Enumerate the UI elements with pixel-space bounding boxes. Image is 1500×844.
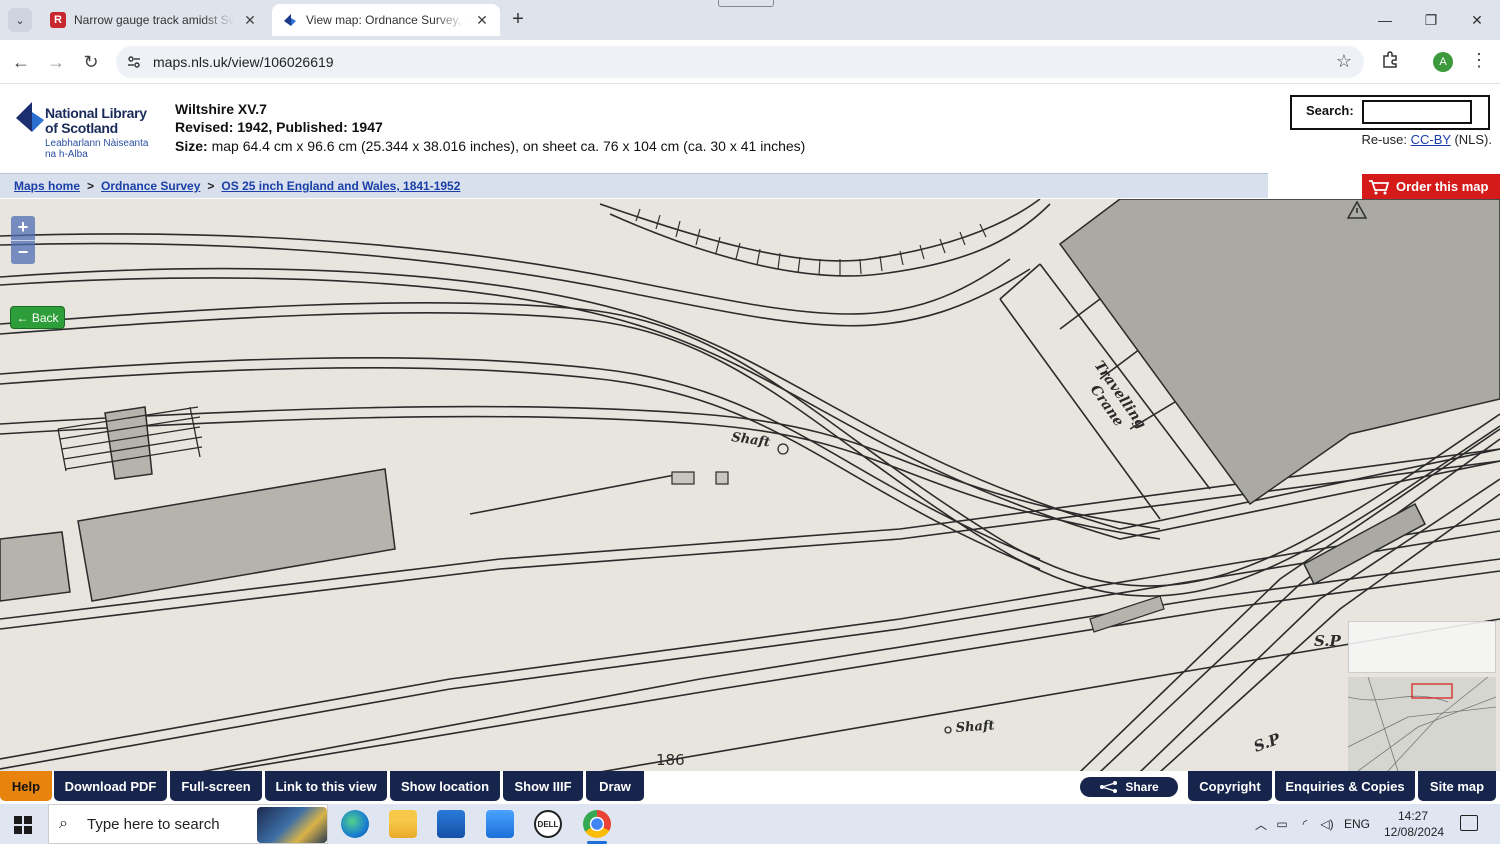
- reuse-licence: Re-use: CC-BY (NLS).: [1361, 132, 1492, 147]
- taskbar-clock[interactable]: 14:27 12/08/2024: [1384, 808, 1444, 840]
- window-drag-handle[interactable]: [718, 0, 774, 7]
- profile-avatar[interactable]: A: [1433, 52, 1453, 72]
- map-label-shaft: Shaft: [955, 718, 995, 736]
- help-button[interactable]: Help: [0, 771, 52, 801]
- share-button[interactable]: Share: [1080, 777, 1178, 797]
- edge-icon[interactable]: [341, 810, 369, 838]
- zoom-control: + −: [11, 216, 35, 264]
- bookmark-star-icon[interactable]: ☆: [1336, 51, 1352, 72]
- address-bar[interactable]: maps.nls.uk/view/106026619 ☆: [116, 46, 1364, 78]
- battery-icon[interactable]: ▭: [1270, 817, 1294, 831]
- restore-icon[interactable]: ❐: [1408, 0, 1454, 40]
- copyright-button[interactable]: Copyright: [1188, 771, 1272, 801]
- search-label: Search:: [1306, 103, 1354, 118]
- new-tab-plus-icon[interactable]: +: [508, 8, 528, 32]
- url-text: maps.nls.uk/view/106026619: [153, 54, 334, 70]
- overview-map[interactable]: [1347, 621, 1497, 772]
- breadcrumb: Maps home > Ordnance Survey > OS 25 inch Eng…: [0, 173, 1268, 198]
- tab-title: View map: Ordnance Survey, Wiltshire XV.…: [306, 13, 466, 27]
- system-tray: ︿ ▭ ◜ ◁) ENG: [1252, 804, 1376, 844]
- breadcrumb-ordnance-survey[interactable]: Ordnance Survey: [101, 179, 200, 193]
- windows-taskbar: ⌕ Type here to search DELL ︿ ▭ ◜ ◁) ENG …: [0, 804, 1500, 844]
- overview-map-blank-area: [1348, 621, 1496, 673]
- map-size: Size: map 64.4 cm x 96.6 cm (25.344 x 38…: [175, 138, 806, 154]
- nls-favicon-icon: [282, 12, 298, 28]
- tab-view-map[interactable]: View map: Ordnance Survey, Wiltshire XV.…: [272, 4, 500, 36]
- forward-arrow-icon[interactable]: →: [44, 50, 68, 74]
- close-tab-icon[interactable]: ✕: [474, 12, 490, 29]
- nls-logo-mark-icon: [16, 102, 44, 132]
- overview-map-thumbnail[interactable]: [1347, 676, 1497, 772]
- zoom-out-button[interactable]: −: [11, 240, 35, 264]
- map-label-sp: S.P: [1314, 632, 1342, 650]
- reload-icon[interactable]: ↻: [79, 50, 103, 74]
- close-window-icon[interactable]: ✕: [1454, 0, 1500, 40]
- breadcrumb-maps-home[interactable]: Maps home: [14, 179, 80, 193]
- tab-narrow-gauge[interactable]: R Narrow gauge track amidst Swindon Work…: [40, 4, 268, 36]
- chrome-icon[interactable]: [583, 810, 611, 844]
- back-button[interactable]: ← Back: [10, 306, 65, 329]
- show-hidden-icons-chevron-icon[interactable]: ︿: [1252, 816, 1270, 833]
- full-screen-button[interactable]: Full-screen: [170, 771, 262, 801]
- dell-icon[interactable]: DELL: [534, 810, 562, 838]
- show-location-button[interactable]: Show location: [390, 771, 500, 801]
- cc-by-link[interactable]: CC-BY: [1411, 132, 1451, 147]
- enquiries-copies-button[interactable]: Enquiries & Copies: [1275, 771, 1415, 801]
- map-label-shaft: Shaft: [730, 430, 771, 450]
- site-map-button[interactable]: Site map: [1418, 771, 1496, 801]
- show-iiif-button[interactable]: Show IIIF: [503, 771, 583, 801]
- ordnance-survey-map-image[interactable]: Shaft Shaft Travelling Crane S.P S.P 186: [0, 199, 1500, 772]
- taskbar-search-box[interactable]: ⌕ Type here to search: [48, 804, 328, 844]
- breadcrumb-os-25-inch[interactable]: OS 25 inch England and Wales, 1841-1952: [221, 179, 460, 193]
- language-indicator[interactable]: ENG: [1338, 817, 1376, 831]
- tab-title: Narrow gauge track amidst Swindon Works: [74, 13, 234, 27]
- windows-start-icon[interactable]: [14, 816, 32, 834]
- file-explorer-icon[interactable]: [389, 810, 417, 838]
- extensions-puzzle-icon[interactable]: [1380, 50, 1400, 70]
- search-box: Search:: [1290, 95, 1490, 130]
- order-this-map-button[interactable]: Order this map: [1362, 174, 1500, 199]
- link-to-this-view-button[interactable]: Link to this view: [265, 771, 387, 801]
- r-favicon-icon: R: [50, 12, 66, 28]
- nls-logo[interactable]: National Library of Scotland Leabharlann…: [14, 100, 154, 160]
- map-title: Wiltshire XV.7: [175, 101, 267, 117]
- browser-toolbar: ← → ↻ maps.nls.uk/view/106026619 ☆ A ⋮: [0, 40, 1500, 84]
- download-pdf-button[interactable]: Download PDF: [54, 771, 167, 801]
- map-viewer[interactable]: Shaft Shaft Travelling Crane S.P S.P 186…: [0, 199, 1500, 772]
- browser-tab-strip: ⌄ R Narrow gauge track amidst Swindon Wo…: [0, 0, 1500, 40]
- shopping-cart-icon: [1369, 179, 1390, 194]
- map-revised-published: Revised: 1942, Published: 1947: [175, 119, 383, 135]
- zoom-in-button[interactable]: +: [11, 216, 35, 240]
- mail-icon[interactable]: [486, 810, 514, 838]
- map-parcel-number: 186: [656, 751, 685, 769]
- wifi-icon[interactable]: ◜: [1294, 817, 1316, 831]
- microsoft-store-icon[interactable]: [437, 810, 465, 838]
- search-input[interactable]: [1362, 100, 1472, 124]
- logo-name: National Library of Scotland: [45, 105, 147, 136]
- share-icon: [1100, 781, 1118, 793]
- close-tab-icon[interactable]: ✕: [242, 12, 258, 29]
- logo-gaelic-name: Leabharlann Nàiseanta na h-Alba: [45, 138, 149, 160]
- back-arrow-icon[interactable]: ←: [9, 50, 33, 74]
- volume-icon[interactable]: ◁): [1316, 817, 1338, 831]
- search-icon: ⌕: [59, 815, 68, 832]
- search-highlight-image: [257, 807, 327, 843]
- taskbar-search-placeholder: Type here to search: [87, 816, 220, 833]
- warning-triangle-icon: [1347, 201, 1367, 219]
- notification-center-icon[interactable]: [1460, 815, 1478, 831]
- site-info-icon[interactable]: [126, 54, 142, 70]
- minimize-icon[interactable]: —: [1362, 0, 1408, 40]
- tab-search-chevron-icon[interactable]: ⌄: [8, 8, 32, 32]
- map-label-sp: S.P: [1251, 729, 1283, 755]
- draw-button[interactable]: Draw: [586, 771, 644, 801]
- browser-menu-icon[interactable]: ⋮: [1470, 50, 1488, 71]
- map-toolbar: Help Download PDF Full-screen Link to th…: [0, 771, 1500, 804]
